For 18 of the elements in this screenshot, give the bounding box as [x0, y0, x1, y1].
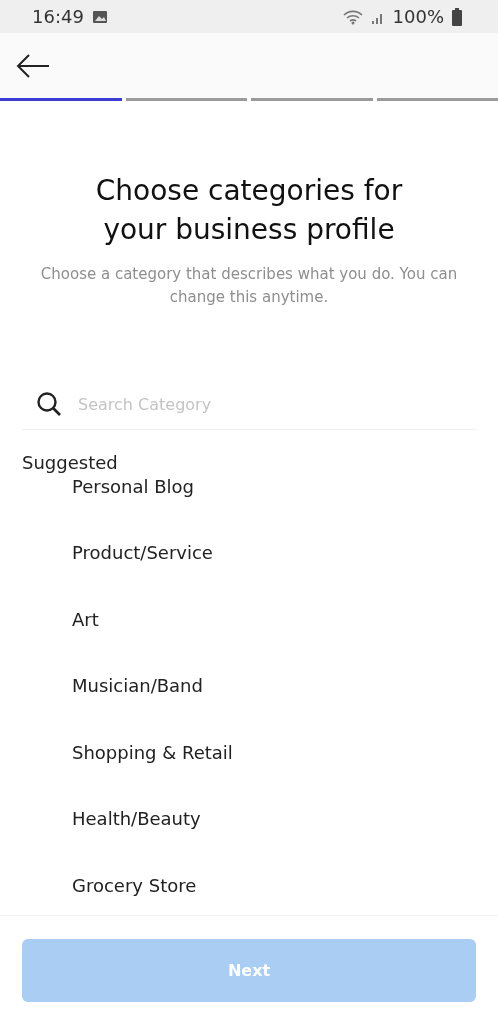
category-item[interactable]: Personal Blog — [0, 475, 498, 520]
page-subtitle: Choose a category that describes what you do. You can change this anytime. — [40, 264, 458, 308]
back-arrow-icon[interactable] — [16, 53, 50, 78]
category-item[interactable]: Shopping & Retail — [0, 719, 498, 786]
search-icon — [36, 391, 62, 417]
battery-percent: 100% — [392, 6, 444, 27]
image-icon — [91, 9, 108, 24]
category-item[interactable]: Product/Service — [0, 519, 498, 586]
section-label: Suggested — [22, 452, 119, 473]
category-item[interactable]: Health/Beauty — [0, 785, 498, 852]
category-item[interactable]: Grocery Store — [0, 852, 498, 915]
page-title: Choose categories for your business profile — [94, 173, 404, 248]
wifi-icon — [342, 8, 363, 25]
category-item[interactable]: Musician/Band — [0, 652, 498, 719]
status-time: 16:49 — [32, 6, 84, 27]
category-item[interactable]: Art — [0, 586, 498, 653]
battery-icon — [452, 7, 462, 26]
search-field[interactable]: Search Category — [76, 393, 476, 415]
